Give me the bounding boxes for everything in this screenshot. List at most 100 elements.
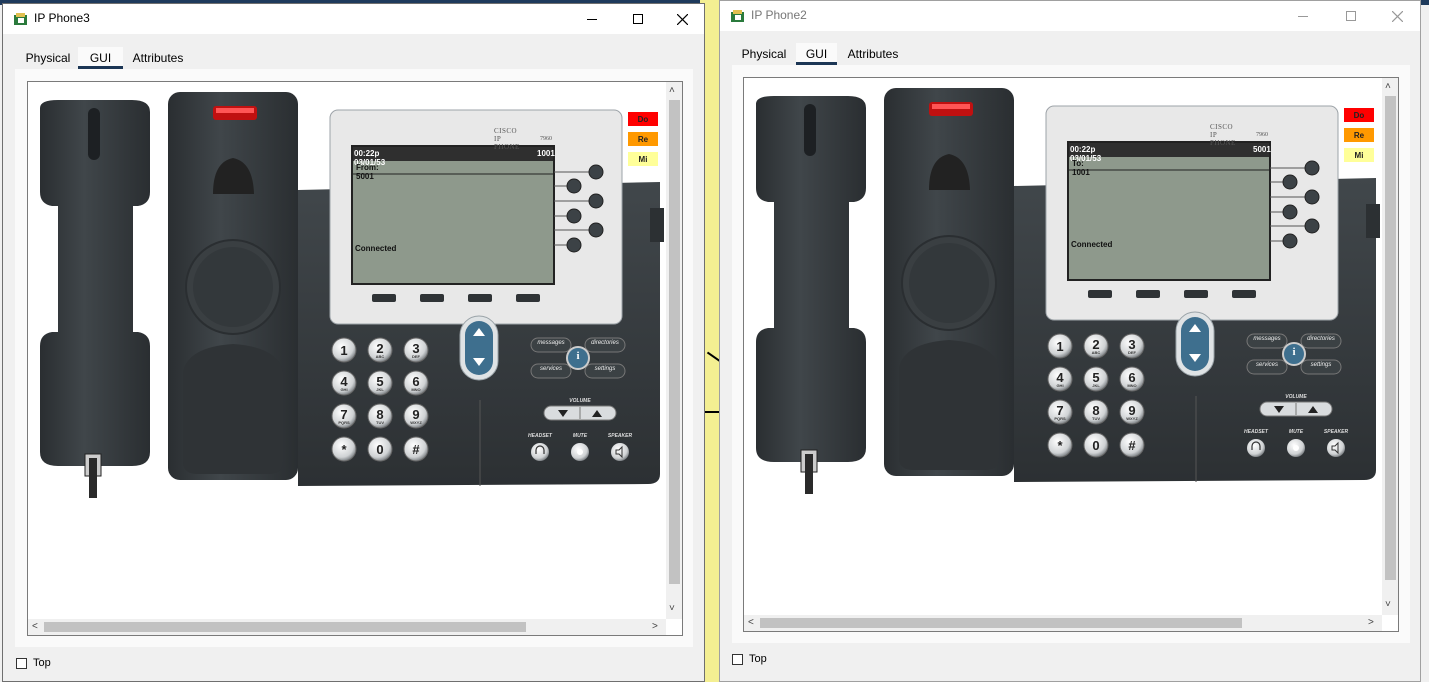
- horizontal-scroll-thumb[interactable]: [44, 622, 526, 632]
- side-button-mi[interactable]: Mi: [628, 152, 658, 166]
- messages-button[interactable]: messages: [531, 340, 571, 346]
- keypad-key-4[interactable]: 4 GHI: [332, 371, 356, 395]
- settings-button[interactable]: settings: [585, 366, 625, 372]
- keypad-key-3[interactable]: 3 DEF: [404, 338, 428, 362]
- keypad-key-8[interactable]: 8 TUV: [1084, 400, 1108, 424]
- vertical-scroll-thumb[interactable]: [669, 100, 680, 584]
- keypad-digit: 8: [376, 406, 384, 422]
- top-checkbox[interactable]: Top: [732, 653, 767, 665]
- info-button[interactable]: i: [1283, 346, 1305, 358]
- speaker-button[interactable]: [1327, 439, 1345, 457]
- keypad-key-6[interactable]: 6 MNO: [1120, 367, 1144, 391]
- keypad-key-1[interactable]: 1: [332, 338, 356, 362]
- messages-button[interactable]: messages: [1247, 336, 1287, 342]
- checkbox-box[interactable]: [732, 653, 743, 665]
- services-button[interactable]: services: [1247, 362, 1287, 368]
- horizontal-scrollbar[interactable]: ˂ ˃: [744, 615, 1382, 631]
- title-bar[interactable]: IP Phone2: [720, 1, 1420, 31]
- headset-button[interactable]: [1247, 439, 1265, 457]
- handset[interactable]: [40, 100, 150, 466]
- title-bar[interactable]: IP Phone3: [3, 4, 704, 34]
- keypad-key-0[interactable]: 0: [1084, 433, 1108, 457]
- tab-gui[interactable]: GUI: [796, 43, 837, 65]
- maximize-button[interactable]: [615, 4, 661, 34]
- window-title: IP Phone2: [751, 8, 807, 22]
- tab-attributes[interactable]: Attributes: [839, 43, 907, 65]
- maximize-button[interactable]: [1328, 1, 1374, 31]
- speaker-button[interactable]: [611, 443, 629, 461]
- keypad-key-5[interactable]: 5 JKL: [368, 371, 392, 395]
- keypad-key-pound[interactable]: #: [1120, 433, 1144, 457]
- mute-button[interactable]: [1287, 439, 1305, 457]
- scroll-up-icon[interactable]: ˄: [1385, 82, 1391, 92]
- top-checkbox[interactable]: Top: [16, 657, 51, 669]
- keypad-key-7[interactable]: 7 PQRS: [332, 404, 356, 428]
- directories-button[interactable]: directories: [585, 340, 625, 346]
- horizontal-scrollbar[interactable]: ˂ ˃: [28, 619, 666, 635]
- keypad-key-9[interactable]: 9 WXYZ: [1120, 400, 1144, 424]
- scroll-left-icon[interactable]: ˂: [748, 618, 754, 628]
- scroll-right-icon[interactable]: ˃: [1368, 618, 1374, 628]
- softkey-1[interactable]: [1088, 288, 1112, 300]
- gui-tab-panel: CISCO IP PHONE 7960 00:22p 03/01/53 1001…: [15, 69, 693, 647]
- services-button[interactable]: services: [531, 366, 571, 372]
- volume-rocker[interactable]: [544, 406, 616, 420]
- keypad-key-5[interactable]: 5 JKL: [1084, 367, 1108, 391]
- navigation-key[interactable]: [460, 316, 498, 380]
- close-button[interactable]: [659, 4, 704, 34]
- keypad-key-7[interactable]: 7 PQRS: [1048, 400, 1072, 424]
- softkey-1[interactable]: [372, 292, 396, 304]
- scroll-down-icon[interactable]: ˅: [1385, 600, 1391, 610]
- keypad-key-1[interactable]: 1: [1048, 334, 1072, 358]
- tab-gui[interactable]: GUI: [78, 47, 123, 69]
- volume-rocker[interactable]: [1260, 402, 1332, 416]
- side-button-do[interactable]: Do: [628, 112, 658, 126]
- keypad-key-6[interactable]: 6 MNO: [404, 371, 428, 395]
- softkey-2[interactable]: [420, 292, 444, 304]
- directories-button[interactable]: directories: [1301, 336, 1341, 342]
- keypad-key-8[interactable]: 8 TUV: [368, 404, 392, 428]
- close-button[interactable]: [1374, 1, 1420, 31]
- side-button-mi[interactable]: Mi: [1344, 148, 1374, 162]
- checkbox-box[interactable]: [16, 657, 27, 669]
- tab-physical[interactable]: Physical: [18, 47, 78, 69]
- keypad-key-pound[interactable]: #: [404, 437, 428, 461]
- scroll-left-icon[interactable]: ˂: [32, 622, 38, 632]
- ip-phone-window-2[interactable]: IP Phone2 Physical GUI Attributes CISCO …: [719, 0, 1421, 682]
- softkey-3[interactable]: [1184, 288, 1208, 300]
- scroll-right-icon[interactable]: ˃: [652, 622, 658, 632]
- softkey-2[interactable]: [1136, 288, 1160, 300]
- keypad-key-4[interactable]: 4 GHI: [1048, 367, 1072, 391]
- vertical-scrollbar[interactable]: ˄ ˅: [666, 82, 682, 619]
- vertical-scrollbar[interactable]: ˄ ˅: [1382, 78, 1398, 615]
- tab-physical[interactable]: Physical: [735, 43, 793, 65]
- minimize-button[interactable]: [1280, 1, 1326, 31]
- navigation-key[interactable]: [1176, 312, 1214, 376]
- keypad-key-9[interactable]: 9 WXYZ: [404, 404, 428, 428]
- settings-button[interactable]: settings: [1301, 362, 1341, 368]
- side-button-re[interactable]: Re: [628, 132, 658, 146]
- mute-button[interactable]: [571, 443, 589, 461]
- keypad-key-star[interactable]: *: [1048, 433, 1072, 457]
- keypad-key-0[interactable]: 0: [368, 437, 392, 461]
- side-button-re[interactable]: Re: [1344, 128, 1374, 142]
- horizontal-scroll-thumb[interactable]: [760, 618, 1242, 628]
- scroll-up-icon[interactable]: ˄: [669, 86, 675, 96]
- minimize-button[interactable]: [569, 4, 615, 34]
- vertical-scroll-thumb[interactable]: [1385, 96, 1396, 580]
- info-button[interactable]: i: [567, 350, 589, 362]
- scroll-down-icon[interactable]: ˅: [669, 604, 675, 614]
- side-button-do[interactable]: Do: [1344, 108, 1374, 122]
- softkey-3[interactable]: [468, 292, 492, 304]
- keypad-key-2[interactable]: 2 ABC: [1084, 334, 1108, 358]
- keypad-key-star[interactable]: *: [332, 437, 356, 461]
- keypad-key-2[interactable]: 2 ABC: [368, 338, 392, 362]
- softkey-4[interactable]: [516, 292, 540, 304]
- tab-attributes[interactable]: Attributes: [123, 47, 193, 69]
- handset[interactable]: [756, 96, 866, 462]
- keypad-key-3[interactable]: 3 DEF: [1120, 334, 1144, 358]
- ip-phone-window-1[interactable]: IP Phone3 Physical GUI Attributes CISCO …: [2, 3, 705, 682]
- softkey-4[interactable]: [1232, 288, 1256, 300]
- keypad-letters: DEF: [412, 353, 420, 359]
- headset-button[interactable]: [531, 443, 549, 461]
